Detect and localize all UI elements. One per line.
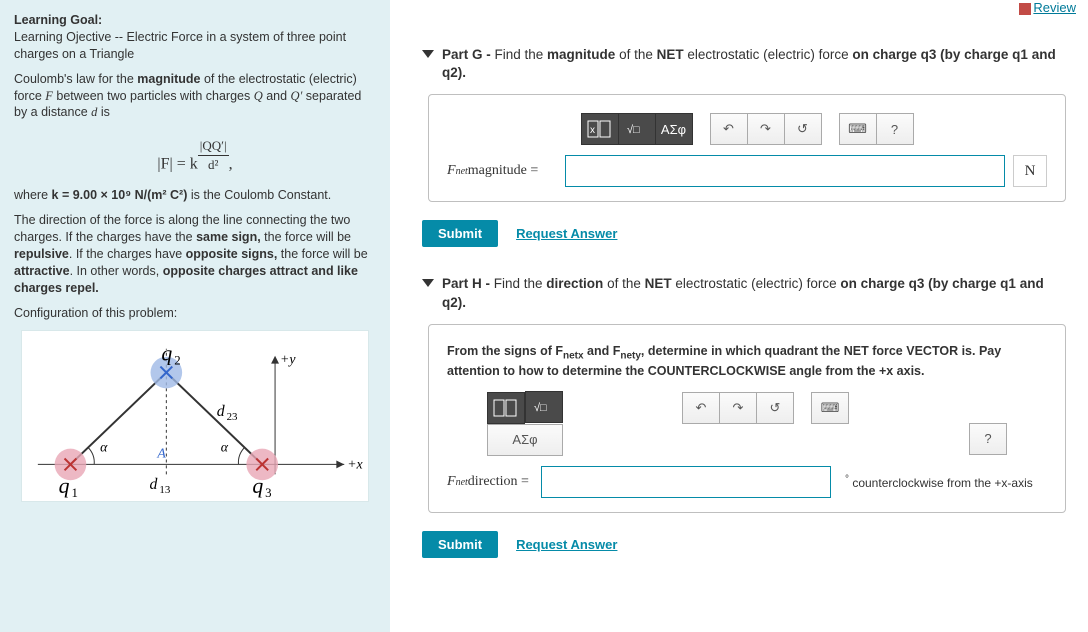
coulomb-intro: Coulomb's law for the magnitude of the e… — [14, 71, 376, 122]
svg-text:+y: +y — [280, 351, 296, 366]
svg-text:A: A — [156, 445, 166, 460]
sidebar: Learning Goal: Learning Ojective -- Elec… — [0, 0, 390, 632]
svg-text:q: q — [59, 474, 70, 498]
svg-text:2: 2 — [174, 353, 180, 367]
undo-button[interactable]: ↶ — [710, 113, 748, 145]
learning-goal-body: Learning Ojective -- Electric Force in a… — [14, 30, 346, 61]
part-h-hint: From the signs of Fnetx and Fnety, deter… — [447, 343, 1047, 380]
answer-h-input[interactable] — [541, 466, 831, 498]
redo-button[interactable]: ↷ — [719, 392, 757, 424]
svg-text:d: d — [150, 476, 158, 493]
template-picker-button[interactable] — [487, 392, 525, 424]
math-symbols-button[interactable]: √□ — [525, 391, 563, 423]
svg-text:q: q — [252, 474, 263, 498]
svg-text:23: 23 — [227, 410, 238, 422]
triangle-diagram: +x +y q1 q2 q3 d13 d23 A α α — [21, 330, 369, 502]
svg-text:x: x — [590, 125, 595, 136]
request-answer-g-link[interactable]: Request Answer — [516, 226, 617, 241]
part-h-section: Part H - Find the direction of the NET e… — [422, 275, 1066, 557]
config-label: Configuration of this problem: — [14, 305, 376, 322]
review-link[interactable]: Review — [1019, 0, 1076, 15]
toolbar-g: x √□ ΑΣφ ↶ ↷ ↺ ⌨ ? — [447, 113, 1047, 145]
math-symbols-button[interactable]: √□ — [618, 113, 656, 145]
svg-text:α: α — [221, 439, 229, 454]
toolbar-h: √□ ΑΣφ ↶ ↷ ↺ ⌨ ? — [447, 392, 1047, 456]
coulomb-formula: |F| = k|QQ′|d², — [14, 129, 376, 187]
submit-h-button[interactable]: Submit — [422, 531, 498, 558]
reset-button[interactable]: ↺ — [756, 392, 794, 424]
svg-text:√□: √□ — [534, 402, 547, 414]
review-icon — [1019, 3, 1031, 15]
part-g-section: Part G - Find the magnitude of the NET e… — [422, 46, 1066, 247]
undo-button[interactable]: ↶ — [682, 392, 720, 424]
redo-button[interactable]: ↷ — [747, 113, 785, 145]
svg-text:q: q — [161, 341, 172, 365]
answer-h-tail: ° counterclockwise from the +x-axis — [845, 474, 1033, 490]
part-h-answer-box: From the signs of Fnetx and Fnety, deter… — [428, 324, 1066, 513]
svg-text:3: 3 — [265, 486, 271, 500]
keyboard-button[interactable]: ⌨ — [811, 392, 849, 424]
reset-button[interactable]: ↺ — [784, 113, 822, 145]
greek-letters-button[interactable]: ΑΣφ — [655, 113, 693, 145]
svg-text:+x: +x — [347, 456, 363, 471]
direction-paragraph: The direction of the force is along the … — [14, 212, 376, 296]
answer-g-unit: N — [1013, 155, 1047, 187]
answer-g-input[interactable] — [565, 155, 1005, 187]
coulomb-constant: where k = 9.00 × 10⁹ N/(m² C²) is the Co… — [14, 187, 376, 204]
main-content: Review Part G - Find the magnitude of th… — [390, 0, 1088, 632]
request-answer-h-link[interactable]: Request Answer — [516, 537, 617, 552]
help-button[interactable]: ? — [969, 423, 1007, 455]
keyboard-button[interactable]: ⌨ — [839, 113, 877, 145]
svg-text:√□: √□ — [627, 124, 640, 136]
help-button[interactable]: ? — [876, 113, 914, 145]
svg-text:1: 1 — [71, 486, 77, 500]
collapse-caret-icon[interactable] — [422, 279, 434, 287]
template-picker-button[interactable]: x — [581, 113, 619, 145]
greek-letters-button[interactable]: ΑΣφ — [487, 424, 563, 456]
answer-g-label: Fnetmagnitude = — [447, 163, 557, 179]
answer-h-label: Fnetdirection = — [447, 474, 533, 490]
part-g-answer-box: x √□ ΑΣφ ↶ ↷ ↺ ⌨ ? Fnetmagnitude = N — [428, 94, 1066, 202]
submit-g-button[interactable]: Submit — [422, 220, 498, 247]
part-h-title: Part H - Find the direction of the NET e… — [442, 275, 1066, 311]
part-g-title: Part G - Find the magnitude of the NET e… — [442, 46, 1066, 82]
svg-text:α: α — [100, 439, 108, 454]
learning-goal-heading: Learning Goal: — [14, 13, 102, 27]
svg-text:d: d — [217, 403, 225, 420]
svg-text:13: 13 — [159, 484, 170, 496]
collapse-caret-icon[interactable] — [422, 50, 434, 58]
